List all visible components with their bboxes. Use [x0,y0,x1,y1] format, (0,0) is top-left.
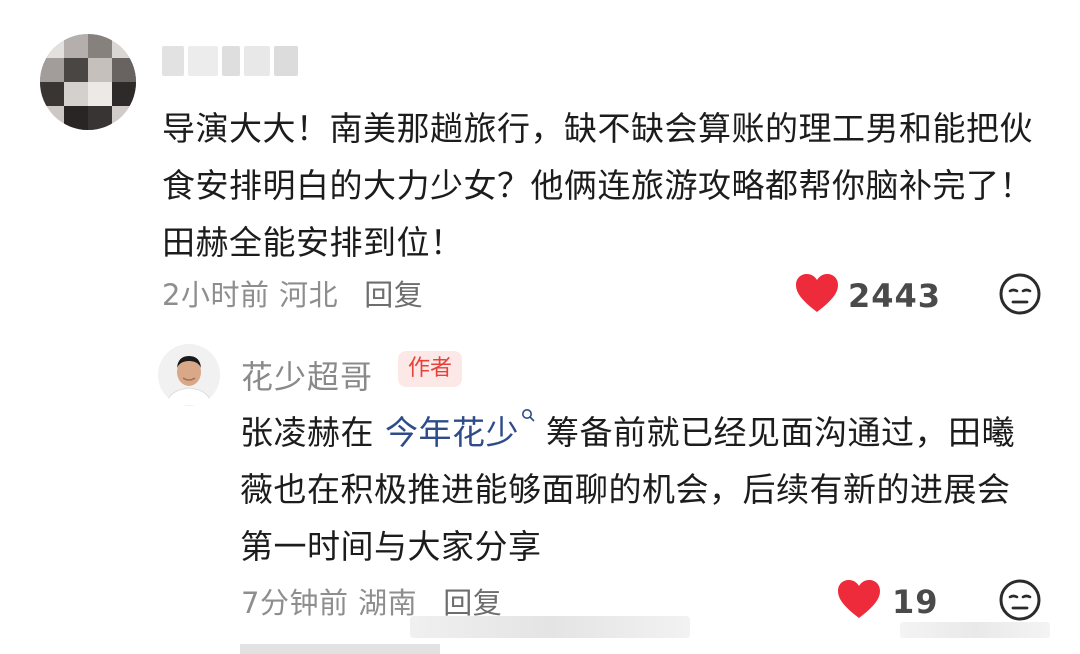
commenter-username-blurred[interactable] [162,46,300,76]
comment-location: 河北 [279,278,339,312]
comment-text: 导演大大！南美那趟旅行，缺不缺会算账的理工男和能把伙食安排明白的大力少女？他俩连… [162,109,1033,262]
author-badge: 作者 [398,351,463,387]
search-icon [522,409,535,422]
author-avatar[interactable] [158,344,220,406]
reply-reply-button[interactable]: 回复 [443,586,502,620]
commenter-avatar[interactable] [40,34,136,130]
dislike-face-icon[interactable] [998,578,1042,622]
reply-location: 湖南 [358,586,418,620]
dislike-face-icon[interactable] [998,272,1042,316]
comment-meta: 2小时前 河北 回复 [162,272,423,314]
reply-text: 张凌赫在 今年花少 筹备前就已经见面沟通过，田曦薇也在积极推进能够面聊的机会，后… [240,404,1040,575]
reply-time: 7分钟前 [241,586,349,620]
comment-like-count: 2443 [848,277,942,315]
blurred-watermark-right [900,622,1050,638]
heart-icon[interactable] [836,578,882,620]
heart-icon[interactable] [794,272,840,314]
topic-link-label: 今年花少 [385,413,519,452]
reply-like-count: 19 [892,583,939,621]
next-comment-cutoff [240,644,440,654]
comment-reply-button[interactable]: 回复 [364,278,423,312]
topic-link[interactable]: 今年花少 [385,409,535,452]
reply-text-before: 张凌赫在 [240,413,385,452]
blurred-watermark [410,616,690,638]
comment-time: 2小时前 [162,278,270,312]
author-name[interactable]: 花少超哥 [241,352,373,398]
